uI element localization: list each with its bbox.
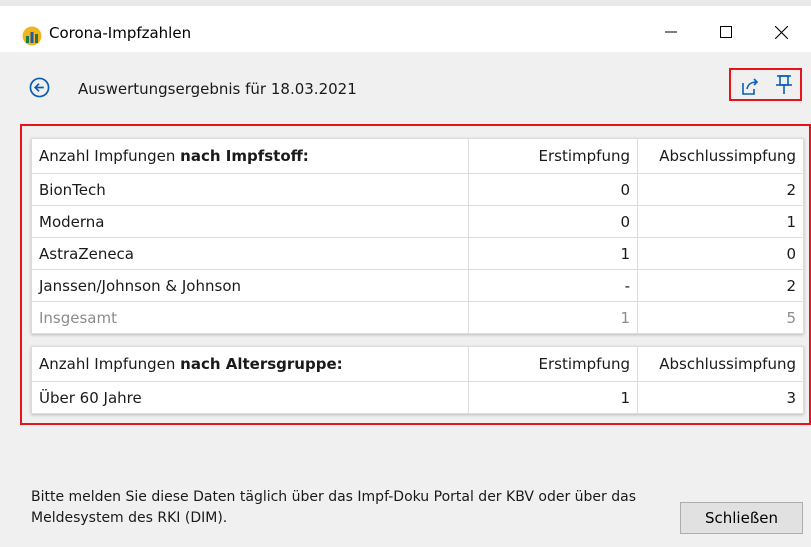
age-table-header: Anzahl Impfungen nach Altersgruppe: (31, 346, 469, 382)
close-button[interactable]: Schließen (680, 502, 803, 534)
table-header-row: Anzahl Impfungen nach Impfstoff: Erstimp… (31, 138, 804, 174)
total-label: Insgesamt (31, 301, 469, 334)
table-row: Janssen/Johnson & Johnson - 2 (31, 269, 804, 302)
vaccine-name: Moderna (31, 205, 469, 238)
back-arrow-icon[interactable] (29, 77, 50, 98)
column-header-final: Abschlussimpfung (637, 346, 804, 382)
close-icon (774, 25, 788, 39)
vaccine-name: BionTech (31, 173, 469, 206)
export-icon[interactable] (740, 76, 760, 96)
maximize-icon (720, 26, 732, 38)
window-title: Corona-Impfzahlen (49, 24, 192, 42)
vaccine-name: AstraZeneca (31, 237, 469, 270)
chart-app-icon (22, 26, 42, 46)
column-header-first: Erstimpfung (468, 138, 638, 174)
final-dose-count: 2 (637, 173, 804, 206)
minimize-icon (665, 31, 677, 33)
column-header-first: Erstimpfung (468, 346, 638, 382)
result-title: Auswertungsergebnis für 18.03.2021 (78, 80, 357, 98)
first-dose-count: 0 (468, 205, 638, 238)
age-group-table: Anzahl Impfungen nach Altersgruppe: Erst… (31, 346, 804, 414)
header-label-bold: nach Altersgruppe: (180, 355, 343, 373)
title-bar: Corona-Impfzahlen (0, 6, 811, 52)
first-dose-count: 1 (468, 237, 638, 270)
first-dose-count: 1 (468, 381, 638, 414)
header-label-bold: nach Impfstoff: (180, 147, 309, 165)
first-dose-count: 0 (468, 173, 638, 206)
minimize-button[interactable] (648, 12, 694, 52)
total-row: Insgesamt 1 5 (31, 301, 804, 334)
pin-icon[interactable] (775, 75, 793, 95)
header-label: Anzahl Impfungen (39, 147, 181, 165)
age-group-name: Über 60 Jahre (31, 381, 469, 414)
final-dose-count: 2 (637, 269, 804, 302)
table-row: AstraZeneca 1 0 (31, 237, 804, 270)
vaccine-table: Anzahl Impfungen nach Impfstoff: Erstimp… (31, 138, 804, 334)
table-row: BionTech 0 2 (31, 173, 804, 206)
table-header-row: Anzahl Impfungen nach Altersgruppe: Erst… (31, 346, 804, 382)
final-dose-count: 3 (637, 381, 804, 414)
column-header-final: Abschlussimpfung (637, 138, 804, 174)
vaccine-table-header: Anzahl Impfungen nach Impfstoff: (31, 138, 469, 174)
reporting-notice: Bitte melden Sie diese Daten täglich übe… (31, 489, 637, 526)
total-first-dose: 1 (468, 301, 638, 334)
maximize-button[interactable] (703, 12, 749, 52)
vaccine-name: Janssen/Johnson & Johnson (31, 269, 469, 302)
final-dose-count: 1 (637, 205, 804, 238)
action-buttons-highlight (729, 68, 802, 101)
table-row: Moderna 0 1 (31, 205, 804, 238)
first-dose-count: - (468, 269, 638, 302)
final-dose-count: 0 (637, 237, 804, 270)
total-final-dose: 5 (637, 301, 804, 334)
close-window-button[interactable] (758, 12, 804, 52)
header-label: Anzahl Impfungen (39, 355, 181, 373)
table-row: Über 60 Jahre 1 3 (31, 381, 804, 414)
